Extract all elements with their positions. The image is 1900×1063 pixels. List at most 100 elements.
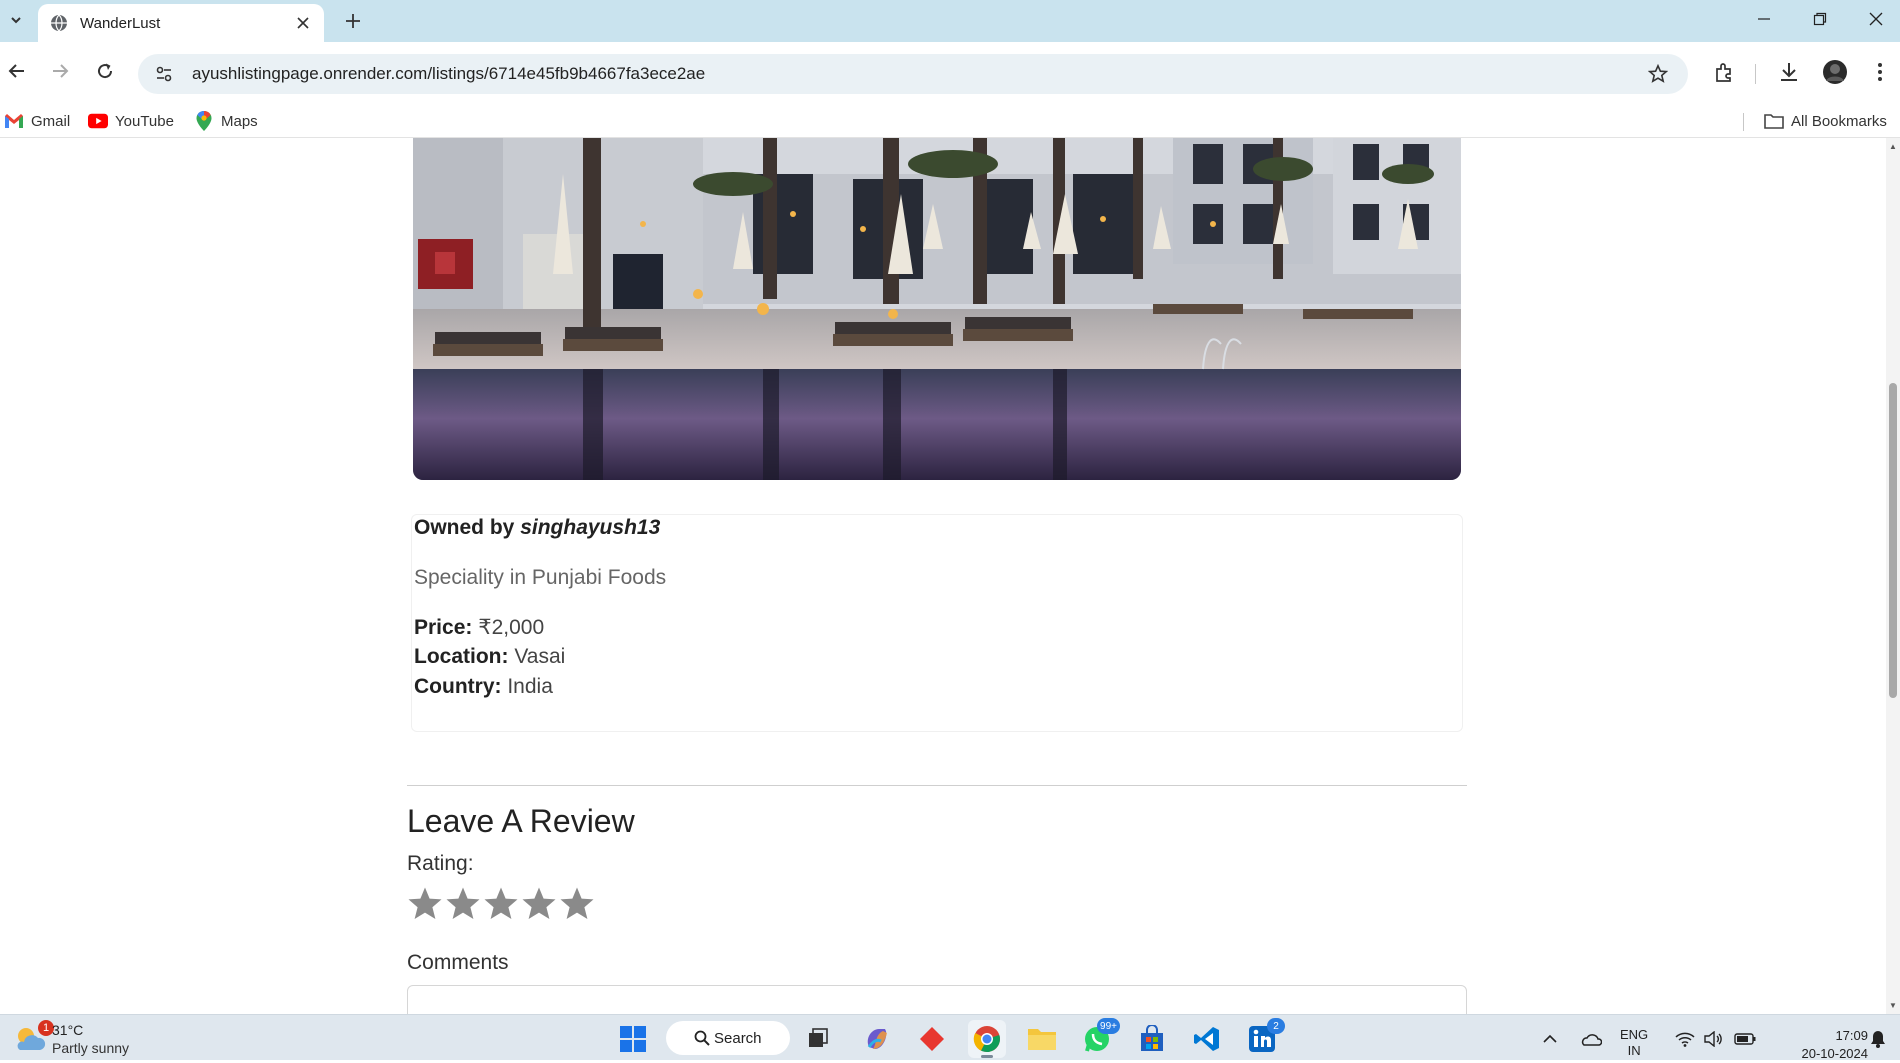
bookmarks-separator	[1743, 113, 1744, 131]
start-button[interactable]	[614, 1020, 652, 1058]
review-heading: Leave A Review	[407, 803, 635, 839]
bookmark-youtube[interactable]: YouTube	[88, 110, 174, 132]
listing-details-card	[411, 514, 1463, 732]
vscode-button[interactable]	[1188, 1020, 1226, 1058]
youtube-icon	[88, 112, 108, 130]
file-explorer-button[interactable]	[1023, 1020, 1061, 1058]
star-2-icon[interactable]	[445, 885, 481, 923]
browser-tab-wanderlust[interactable]: WanderLust	[38, 4, 324, 42]
section-divider	[407, 785, 1467, 786]
show-hidden-icons-button[interactable]	[1538, 1020, 1562, 1058]
linkedin-button[interactable]: 2	[1243, 1018, 1285, 1058]
bookmark-star-icon[interactable]	[1640, 56, 1676, 92]
weather-condition: Partly sunny	[52, 1040, 130, 1056]
maps-pin-icon	[194, 111, 214, 131]
volume-icon[interactable]	[1700, 1020, 1726, 1058]
vscode-icon	[1194, 1027, 1219, 1051]
whatsapp-button[interactable]: 99+	[1078, 1018, 1120, 1058]
address-bar[interactable]: ayushlistingpage.onrender.com/listings/6…	[138, 54, 1688, 94]
downloads-icon[interactable]	[1773, 56, 1805, 88]
site-info-icon[interactable]	[146, 56, 182, 92]
folder-icon	[1764, 112, 1784, 130]
tab-search-chevron-icon[interactable]	[4, 8, 28, 32]
temperature: 31°C	[52, 1022, 84, 1038]
scroll-up-arrow-icon[interactable]: ▲	[1889, 142, 1897, 151]
copilot-button[interactable]	[858, 1020, 896, 1058]
task-view-button[interactable]	[800, 1020, 838, 1058]
language-indicator[interactable]: ENG IN	[1620, 1027, 1648, 1059]
chrome-taskbar-button[interactable]	[968, 1020, 1006, 1058]
rating-label: Rating:	[407, 852, 474, 875]
extensions-icon[interactable]	[1708, 56, 1740, 88]
owned-by-label: Owned by	[414, 516, 515, 539]
star-3-icon[interactable]	[483, 885, 519, 923]
listing-country: Country: India	[414, 675, 553, 699]
star-5-icon[interactable]	[559, 885, 595, 923]
linkedin-badge: 2	[1267, 1018, 1285, 1034]
folder-icon	[1028, 1029, 1056, 1050]
close-window-button[interactable]	[1848, 0, 1900, 38]
store-icon	[1141, 1025, 1163, 1051]
owner-username: singhayush13	[520, 516, 661, 539]
bookmark-label: Maps	[221, 112, 258, 130]
star-rating[interactable]	[407, 885, 595, 925]
windows-logo-icon	[620, 1026, 646, 1052]
url-text: ayushlistingpage.onrender.com/listings/6…	[192, 64, 706, 83]
globe-icon	[51, 14, 67, 32]
star-4-icon[interactable]	[521, 885, 557, 923]
bookmark-maps[interactable]: Maps	[194, 110, 258, 132]
bookmarks-bar: Gmail YouTube Maps All Bookmarks	[0, 104, 1900, 138]
forward-button[interactable]	[45, 56, 75, 86]
comment-textarea[interactable]	[407, 985, 1467, 1014]
battery-icon[interactable]	[1730, 1020, 1760, 1058]
system-clock[interactable]: 17:09 20-10-2024	[1776, 1027, 1869, 1063]
all-bookmarks-button[interactable]: All Bookmarks	[1764, 110, 1887, 132]
new-tab-button[interactable]	[340, 8, 366, 34]
browser-toolbar: ayushlistingpage.onrender.com/listings/6…	[0, 42, 1900, 104]
star-1-icon[interactable]	[407, 885, 443, 923]
bookmark-label: YouTube	[115, 112, 174, 130]
listing-owner: Owned by singhayush13	[414, 516, 660, 540]
whatsapp-badge: 99+	[1097, 1018, 1120, 1034]
tab-close-icon[interactable]	[294, 14, 312, 32]
price-label: Price:	[414, 616, 473, 639]
more-menu-icon[interactable]	[1864, 56, 1896, 88]
location-value: Vasai	[514, 645, 566, 668]
restore-button[interactable]	[1792, 0, 1848, 38]
browser-tab-strip: WanderLust	[0, 0, 1900, 42]
taskbar-search[interactable]: Search	[666, 1021, 790, 1055]
copilot-icon	[867, 1029, 887, 1049]
app-red-diamond-button[interactable]	[913, 1020, 951, 1058]
onedrive-icon[interactable]	[1576, 1020, 1606, 1058]
region-code: IN	[1627, 1043, 1641, 1058]
all-bookmarks-label: All Bookmarks	[1791, 112, 1887, 130]
active-indicator	[981, 1055, 993, 1058]
ms-store-button[interactable]	[1133, 1020, 1171, 1058]
weather-widget[interactable]: 1 31°C Partly sunny	[10, 1020, 170, 1058]
location-label: Location:	[414, 645, 509, 668]
country-value: India	[507, 675, 553, 698]
wifi-icon[interactable]	[1672, 1020, 1698, 1058]
listing-image	[413, 138, 1461, 480]
price-value: ₹2,000	[478, 616, 545, 639]
scrollbar-thumb[interactable]	[1889, 383, 1897, 698]
back-button[interactable]	[2, 56, 32, 86]
chrome-icon	[973, 1026, 1000, 1053]
country-label: Country:	[414, 675, 502, 698]
taskbar: 1 31°C Partly sunny Search 99+ 2 ENG IN …	[0, 1014, 1900, 1063]
clock-date: 20-10-2024	[1801, 1046, 1869, 1061]
listing-location: Location: Vasai	[414, 645, 565, 669]
notification-bell-icon[interactable]	[1866, 1020, 1890, 1058]
tab-title: WanderLust	[80, 14, 161, 32]
page-viewport: Owned by singhayush13 Speciality in Punj…	[0, 138, 1886, 1014]
page-scrollbar[interactable]: ▲ ▼	[1886, 138, 1900, 1014]
task-view-icon	[809, 1028, 828, 1047]
reload-button[interactable]	[90, 56, 120, 86]
profile-avatar[interactable]	[1819, 56, 1851, 88]
gmail-icon	[4, 112, 24, 130]
bookmark-label: Gmail	[31, 112, 71, 130]
minimize-button[interactable]	[1736, 0, 1792, 38]
listing-description: Speciality in Punjabi Foods	[414, 566, 667, 589]
scroll-down-arrow-icon[interactable]: ▼	[1889, 1001, 1897, 1010]
bookmark-gmail[interactable]: Gmail	[4, 110, 70, 132]
